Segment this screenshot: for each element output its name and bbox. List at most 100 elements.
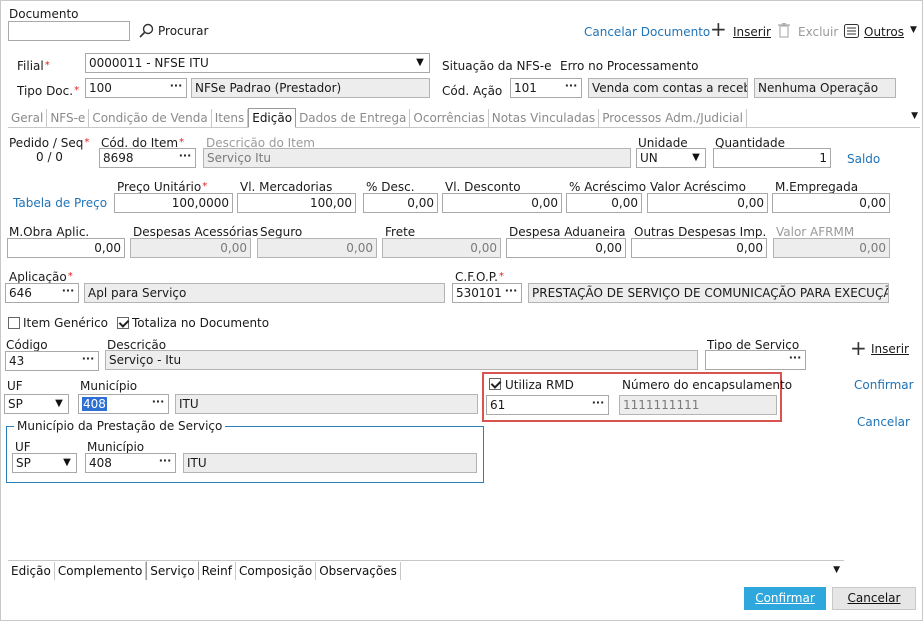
rmd-input[interactable]: 61 ···	[486, 395, 609, 415]
footer-confirmar-label: Confirmar	[755, 591, 815, 605]
tipo-servico-input[interactable]: ···	[705, 350, 806, 370]
prest-uf-label: UF	[15, 440, 31, 454]
unidade-select[interactable]: UN ▼	[636, 148, 706, 168]
tab-dados-entrega[interactable]: Dados de Entrega	[296, 109, 411, 127]
tab-nfse[interactable]: NFS-e	[47, 109, 90, 127]
pedido-seq-value: 0 / 0	[36, 150, 63, 164]
aplicacao-desc: Apl para Serviço	[84, 283, 445, 303]
municipio-input[interactable]: 408 ···	[78, 394, 169, 414]
tipo-doc-input[interactable]: 100 ···	[85, 78, 187, 98]
situacao-label: Situação da NFS-e	[442, 59, 552, 73]
totaliza-checkbox[interactable]	[117, 317, 129, 329]
lookup-icon[interactable]: ···	[501, 284, 521, 302]
vl-mercadorias-input[interactable]: 100,00	[237, 193, 356, 213]
lookup-icon[interactable]: ···	[148, 395, 168, 413]
pedido-seq-label: Pedido / Seq	[9, 136, 89, 150]
footer-confirmar-button[interactable]: Confirmar	[744, 587, 826, 610]
prest-municipio-label: Município	[87, 440, 145, 454]
prestacao-legend: Município da Prestação de Serviço	[14, 419, 226, 433]
codigo-input[interactable]: 43 ···	[5, 351, 99, 371]
documento-label: Documento	[9, 7, 79, 21]
cod-acao-label: Cód. Ação	[442, 84, 503, 98]
btab-edicao[interactable]: Edição	[8, 562, 55, 580]
lookup-icon[interactable]: ···	[78, 352, 98, 370]
aplicacao-label: Aplicação	[9, 270, 73, 284]
tab-edicao[interactable]: Edição	[248, 108, 297, 128]
lookup-icon[interactable]: ···	[166, 79, 186, 97]
m-empregada-input[interactable]: 0,00	[772, 193, 890, 213]
vl-desconto-input[interactable]: 0,00	[442, 193, 562, 213]
municipio-label: Município	[80, 379, 138, 393]
tipo-doc-desc: NFSe Padrao (Prestador)	[191, 78, 430, 98]
chevron-down-icon: ▼	[416, 57, 424, 68]
vl-desconto-label: Vl. Desconto	[445, 180, 521, 194]
pct-acrescimo-label: % Acréscimo	[569, 180, 647, 194]
totaliza-label: Totaliza no Documento	[132, 316, 270, 330]
cfop-code: 530101	[456, 286, 502, 300]
outros-menu[interactable]: Outros ▼	[844, 22, 920, 40]
bottom-tabs-overflow-icon[interactable]: ▼	[833, 565, 840, 575]
documento-input[interactable]	[8, 21, 130, 41]
inserir-button[interactable]: + Inserir	[710, 19, 772, 40]
servico-inserir-label: Inserir	[871, 342, 909, 356]
outras-despesas-label: Outras Despesas Imp.	[634, 225, 767, 239]
item-generico-label: Item Genérico	[23, 316, 109, 330]
excluir-button[interactable]: Excluir	[777, 22, 839, 40]
despesa-aduaneira-input[interactable]: 0,00	[506, 238, 626, 258]
tab-ocorrencias[interactable]: Ocorrências	[410, 109, 489, 127]
lookup-icon[interactable]: ···	[175, 149, 195, 167]
footer-cancelar-button[interactable]: Cancelar	[832, 587, 916, 610]
uf-select[interactable]: SP ▼	[4, 394, 69, 414]
tab-itens[interactable]: Itens	[212, 109, 249, 127]
btab-reinf[interactable]: Reinf	[199, 562, 236, 580]
preco-unitario-input[interactable]: 100,0000	[114, 193, 233, 213]
cancelar-documento-link[interactable]: Cancelar Documento	[584, 25, 710, 39]
procurar-button[interactable]: Procurar	[139, 22, 214, 40]
lookup-icon[interactable]: ···	[561, 79, 581, 97]
outras-despesas-input[interactable]: 0,00	[631, 238, 767, 258]
tabela-preco-link[interactable]: Tabela de Preço	[13, 196, 107, 210]
lookup-icon[interactable]: ···	[58, 284, 78, 302]
lookup-icon[interactable]: ···	[785, 351, 805, 369]
pct-desc-label: % Desc.	[366, 180, 415, 194]
saldo-link[interactable]: Saldo	[847, 152, 880, 166]
quantidade-input[interactable]: 1	[713, 148, 831, 168]
utiliza-rmd-checkbox[interactable]	[489, 378, 501, 390]
tab-notas-vinculadas[interactable]: Notas Vinculadas	[489, 109, 600, 127]
btab-servico[interactable]: Serviço	[146, 561, 199, 581]
cod-acao-input[interactable]: 101 ···	[510, 78, 582, 98]
valor-acrescimo-input[interactable]: 0,00	[647, 193, 768, 213]
servico-cancelar-link[interactable]: Cancelar	[857, 415, 910, 429]
servico-inserir-button[interactable]: + Inserir	[850, 338, 912, 358]
m-obra-input[interactable]: 0,00	[7, 238, 125, 258]
aplicacao-input[interactable]: 646 ···	[5, 283, 79, 303]
btab-observacoes[interactable]: Observações	[316, 562, 401, 580]
servico-confirmar-link[interactable]: Confirmar	[854, 378, 914, 392]
cod-item-input[interactable]: 8698 ···	[99, 148, 196, 168]
tab-geral[interactable]: Geral	[8, 109, 48, 127]
cod-acao-desc: Venda com contas a receber	[588, 78, 748, 98]
prest-municipio-input[interactable]: 408 ···	[85, 453, 176, 473]
frete-label: Frete	[385, 225, 416, 239]
prest-uf-select[interactable]: SP ▼	[12, 453, 77, 473]
despesa-aduaneira-label: Despesa Aduaneira	[509, 225, 626, 239]
item-generico-checkbox[interactable]	[8, 317, 20, 329]
btab-composicao[interactable]: Composição	[236, 562, 317, 580]
seguro-label: Seguro	[260, 225, 303, 239]
descricao-field: Serviço - Itu	[105, 350, 698, 370]
filial-select[interactable]: 0000011 - NFSE ITU ▼	[85, 53, 430, 73]
cfop-input[interactable]: 530101 ···	[452, 283, 522, 303]
tab-processos[interactable]: Processos Adm./Judicial	[599, 109, 747, 127]
lookup-icon[interactable]: ···	[588, 396, 608, 414]
tipo-doc-label: Tipo Doc.	[17, 84, 79, 98]
tab-condicao-venda[interactable]: Condição de Venda	[89, 109, 212, 127]
tabs-overflow-icon[interactable]: ▼	[911, 111, 918, 121]
pct-acrescimo-input[interactable]: 0,00	[566, 193, 642, 213]
unidade-value: UN	[640, 151, 658, 165]
lookup-icon[interactable]: ···	[155, 454, 175, 472]
btab-complemento[interactable]: Complemento	[55, 562, 147, 580]
search-icon	[139, 23, 154, 38]
pct-desc-input[interactable]: 0,00	[363, 193, 438, 213]
chevron-down-icon: ▼	[910, 25, 917, 35]
valor-acrescimo-label: Valor Acréscimo	[650, 180, 746, 194]
